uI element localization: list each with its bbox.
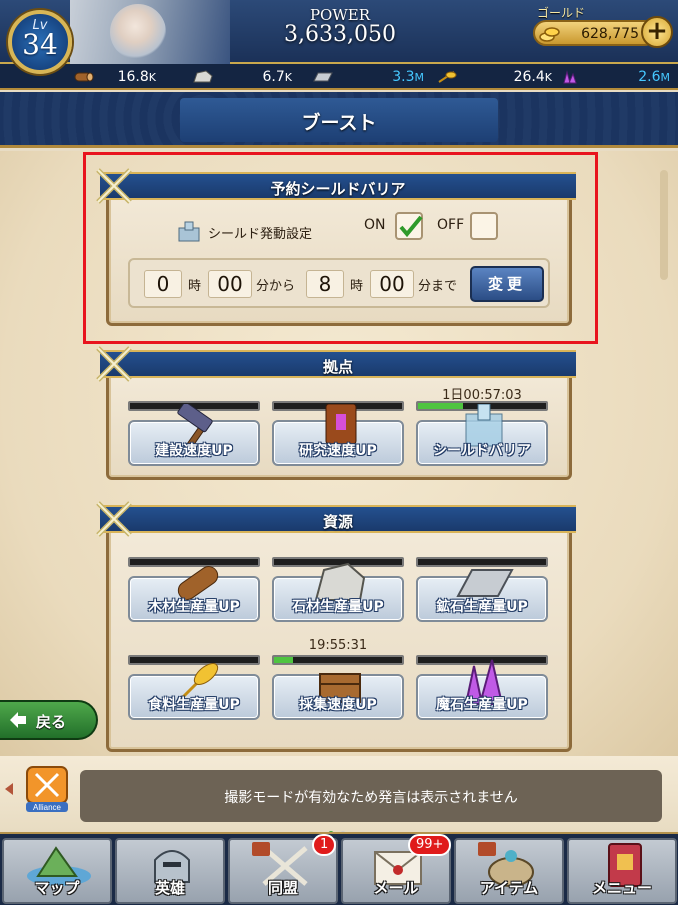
research-speed-button[interactable]: 研究速度UP bbox=[272, 404, 404, 466]
gold-pill: 628,775 bbox=[533, 20, 657, 46]
gold-coins-icon bbox=[539, 27, 560, 42]
stone-production-label: 石材生産量UP bbox=[292, 599, 384, 615]
shield-barrier-button[interactable]: シールドバリア bbox=[416, 404, 548, 466]
chevron-left-icon[interactable] bbox=[4, 782, 14, 796]
construction-speed-button[interactable]: 建設速度UP bbox=[128, 404, 260, 466]
resource-ore[interactable]: 3.3M bbox=[312, 64, 424, 90]
gold-label: ゴールド bbox=[537, 6, 586, 20]
resource-wood-value: 16.8K bbox=[117, 69, 156, 85]
chat-box[interactable]: 撮影モードが有効なため発言は表示されません bbox=[80, 770, 662, 822]
food-production-label: 食料生産量UP bbox=[148, 697, 240, 713]
ore-ingot-icon bbox=[313, 72, 333, 82]
nav-item[interactable]: アイテム bbox=[454, 838, 564, 904]
bottom-nav: マップ 英雄 同盟 メール アイテム メニュー bbox=[0, 832, 678, 905]
resource-food[interactable]: 26.4K bbox=[436, 64, 552, 90]
gather-speed-button[interactable]: 採集速度UP bbox=[272, 673, 404, 720]
stone-production-button[interactable]: 石材生産量UP bbox=[272, 562, 404, 622]
resource-panel-banner: 資源 bbox=[100, 505, 576, 533]
nav-map[interactable]: マップ bbox=[2, 838, 112, 904]
construction-speed-label: 建設速度UP bbox=[155, 443, 233, 459]
nav-hero-label: 英雄 bbox=[154, 879, 185, 897]
nav-alliance-label: 同盟 bbox=[267, 879, 298, 897]
nav-item-label: アイテム bbox=[479, 879, 539, 897]
alliance-icon[interactable]: Alliance bbox=[26, 766, 68, 812]
back-label: 戻る bbox=[36, 713, 67, 731]
gather-speed-timer: 19:55:31 bbox=[308, 638, 368, 653]
alliance-label: Alliance bbox=[33, 803, 62, 812]
gold-value: 628,775 bbox=[581, 26, 639, 42]
mail-notification-badge: 99+ bbox=[408, 834, 452, 856]
chat-message: 撮影モードが有効なため発言は表示されません bbox=[224, 790, 518, 806]
crystal-production-button[interactable]: 魔石生産量UP bbox=[416, 659, 548, 720]
wood-production-label: 木材生産量UP bbox=[148, 599, 240, 615]
research-speed-label: 研究速度UP bbox=[299, 443, 377, 459]
nav-menu-label: メニュー bbox=[591, 879, 652, 897]
player-avatar[interactable] bbox=[70, 0, 230, 64]
top-hud: POWER 3,633,050 ゴールド 628,775 + bbox=[0, 0, 678, 64]
stone-icon bbox=[193, 70, 213, 83]
food-production-button[interactable]: 食料生産量UP bbox=[128, 663, 260, 720]
gold-display: ゴールド 628,775 + bbox=[533, 4, 673, 48]
scrollbar[interactable] bbox=[660, 170, 668, 280]
alliance-notification-badge: 1 bbox=[312, 834, 337, 856]
title-plate: ブースト bbox=[180, 98, 498, 142]
level-badge[interactable]: Lv 34 bbox=[4, 4, 76, 84]
power-display: POWER 3,633,050 bbox=[250, 6, 430, 47]
page-title: ブースト bbox=[301, 112, 377, 134]
nav-map-label: マップ bbox=[34, 879, 80, 897]
resource-wood[interactable]: 16.8K bbox=[72, 64, 156, 90]
crossed-swords-icon bbox=[96, 346, 132, 382]
add-gold-button[interactable]: + bbox=[641, 16, 673, 48]
resource-crystal-value: 2.6M bbox=[638, 69, 670, 85]
wood-production-button[interactable]: 木材生産量UP bbox=[128, 566, 260, 622]
base-panel-title: 拠点 bbox=[322, 358, 353, 376]
magic-crystal-icon bbox=[563, 70, 577, 84]
shield-barrier-label: シールドバリア bbox=[433, 443, 531, 459]
highlight-box bbox=[83, 152, 598, 344]
crystal-production-label: 魔石生産量UP bbox=[436, 697, 528, 713]
crossed-swords-icon bbox=[96, 501, 132, 537]
base-panel-banner: 拠点 bbox=[100, 350, 576, 378]
title-bar: ブースト bbox=[0, 92, 678, 148]
food-wheat-icon bbox=[438, 71, 457, 83]
ore-production-label: 鉱石生産量UP bbox=[436, 599, 528, 615]
progress-fill bbox=[274, 657, 294, 663]
nav-menu[interactable]: メニュー bbox=[567, 838, 677, 904]
back-button[interactable]: 戻る bbox=[0, 700, 98, 740]
resource-crystal[interactable]: 2.6M bbox=[560, 64, 670, 90]
power-value: 3,633,050 bbox=[284, 22, 396, 47]
page-indicator bbox=[328, 822, 352, 837]
gather-speed-label: 採集速度UP bbox=[299, 697, 377, 713]
level-value: 34 bbox=[22, 28, 58, 61]
resource-stone[interactable]: 6.7K bbox=[192, 64, 292, 90]
resource-stone-value: 6.7K bbox=[262, 69, 292, 85]
resource-panel-title: 資源 bbox=[322, 513, 353, 531]
arrow-left-icon bbox=[10, 712, 26, 728]
ore-production-button[interactable]: 鉱石生産量UP bbox=[416, 569, 548, 622]
nav-mail-label: メール bbox=[373, 879, 419, 897]
resource-ore-value: 3.3M bbox=[392, 69, 424, 85]
chat-area: Alliance 撮影モードが有効なため発言は表示されません bbox=[0, 756, 678, 832]
nav-hero[interactable]: 英雄 bbox=[115, 838, 225, 904]
resource-food-value: 26.4K bbox=[513, 69, 552, 85]
resource-bar: 16.8K 6.7K 3.3M 26.4K 2.6M bbox=[0, 64, 678, 90]
